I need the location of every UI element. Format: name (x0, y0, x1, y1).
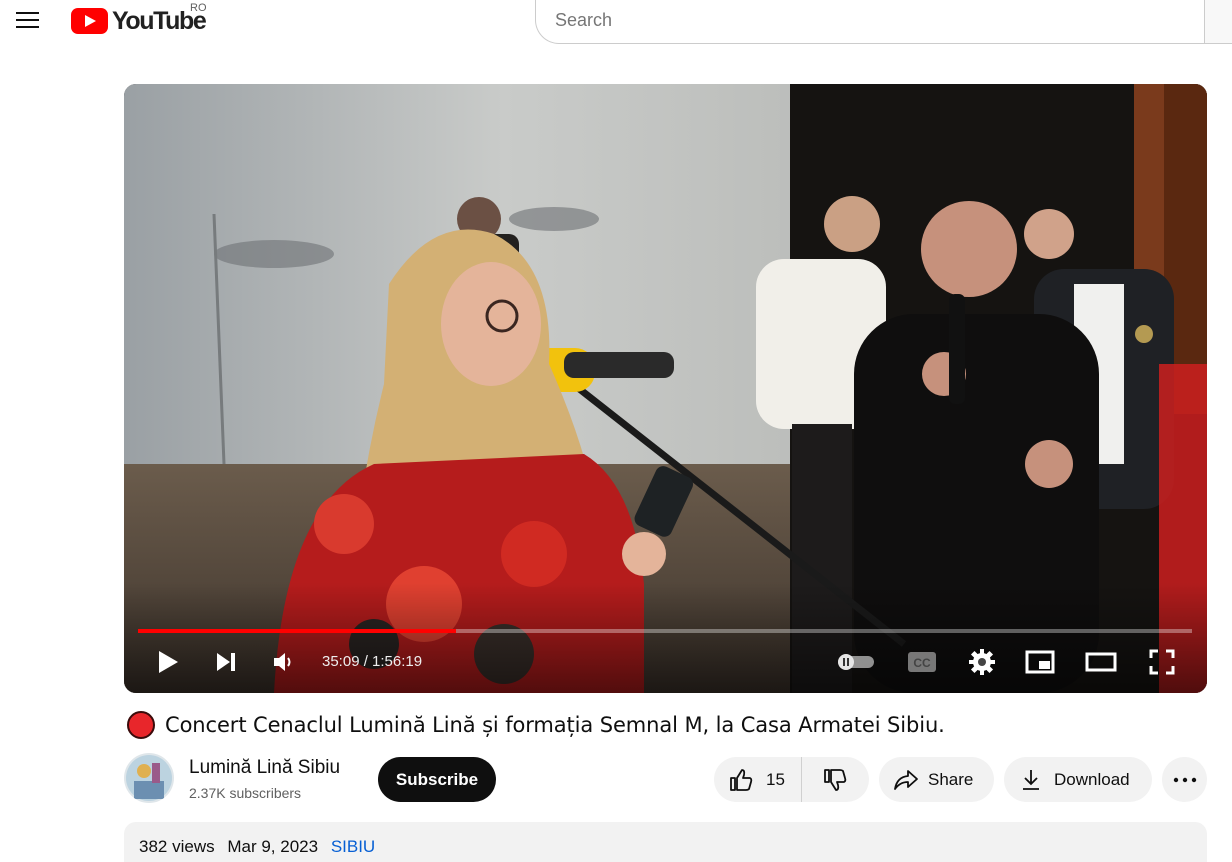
svg-text:CC: CC (913, 656, 931, 670)
subscriber-count: 2.37K subscribers (189, 785, 302, 801)
search-button[interactable] (1204, 0, 1232, 44)
masthead: YouTube RO (0, 0, 1232, 56)
miniplayer-icon (1025, 650, 1055, 674)
upload-date: Mar 9, 2023 (227, 837, 319, 856)
next-icon (217, 653, 235, 671)
download-icon (1023, 769, 1039, 790)
dislike-button[interactable] (802, 757, 868, 802)
play-button[interactable] (152, 644, 184, 680)
captions-icon: CC (908, 652, 936, 672)
play-icon (159, 651, 178, 673)
share-button[interactable]: Share (879, 757, 994, 802)
search-input[interactable] (555, 9, 1205, 31)
video-title-row: Concert Cenaclul Lumină Lină și formația… (127, 711, 945, 739)
thumbs-up-icon (730, 768, 753, 791)
next-button[interactable] (210, 644, 242, 680)
hamburger-menu-icon[interactable] (10, 6, 44, 36)
theater-icon (1085, 652, 1117, 672)
like-dislike-group: 15 (714, 757, 869, 802)
more-horizontal-icon (1173, 777, 1196, 782)
thumbs-down-icon (824, 768, 847, 791)
hashtag-link[interactable]: SIBIU (331, 837, 375, 856)
progress-bar[interactable] (138, 629, 1192, 633)
autoplay-toggle[interactable] (834, 644, 878, 680)
channel-avatar[interactable] (124, 753, 174, 803)
fullscreen-icon (1149, 649, 1175, 675)
autoplay-toggle-icon (838, 654, 874, 670)
red-circle-icon (127, 711, 155, 739)
youtube-logo[interactable]: YouTube (71, 7, 207, 35)
avatar-image (124, 753, 174, 803)
theater-mode-button[interactable] (1082, 644, 1120, 680)
search-box (535, 0, 1205, 44)
more-actions-button[interactable] (1162, 757, 1207, 802)
youtube-play-icon (71, 8, 108, 34)
share-label: Share (928, 769, 974, 789)
region-code: RO (190, 2, 207, 14)
like-button[interactable]: 15 (714, 757, 802, 802)
video-title: Concert Cenaclul Lumină Lină și formația… (165, 713, 945, 737)
miniplayer-button[interactable] (1022, 644, 1058, 680)
view-count: 382 views (139, 837, 215, 856)
time-display: 35:09 / 1:56:19 (322, 653, 423, 670)
channel-name[interactable]: Lumină Lină Sibiu (189, 757, 340, 779)
download-label: Download (1054, 769, 1130, 789)
settings-button[interactable] (964, 644, 1000, 680)
description-box[interactable]: 382 views Mar 9, 2023 SIBIU (124, 822, 1207, 862)
download-button[interactable]: Download (1004, 757, 1152, 802)
volume-icon (274, 653, 291, 671)
progress-played (138, 629, 457, 633)
fullscreen-button[interactable] (1144, 644, 1180, 680)
captions-button[interactable]: CC (904, 644, 940, 680)
like-count: 15 (766, 769, 785, 789)
volume-button[interactable] (268, 644, 298, 680)
settings-icon (969, 649, 995, 675)
subscribe-button[interactable]: Subscribe (378, 757, 496, 802)
video-player[interactable]: 35:09 / 1:56:19 CC (124, 84, 1207, 693)
share-icon (894, 769, 918, 790)
